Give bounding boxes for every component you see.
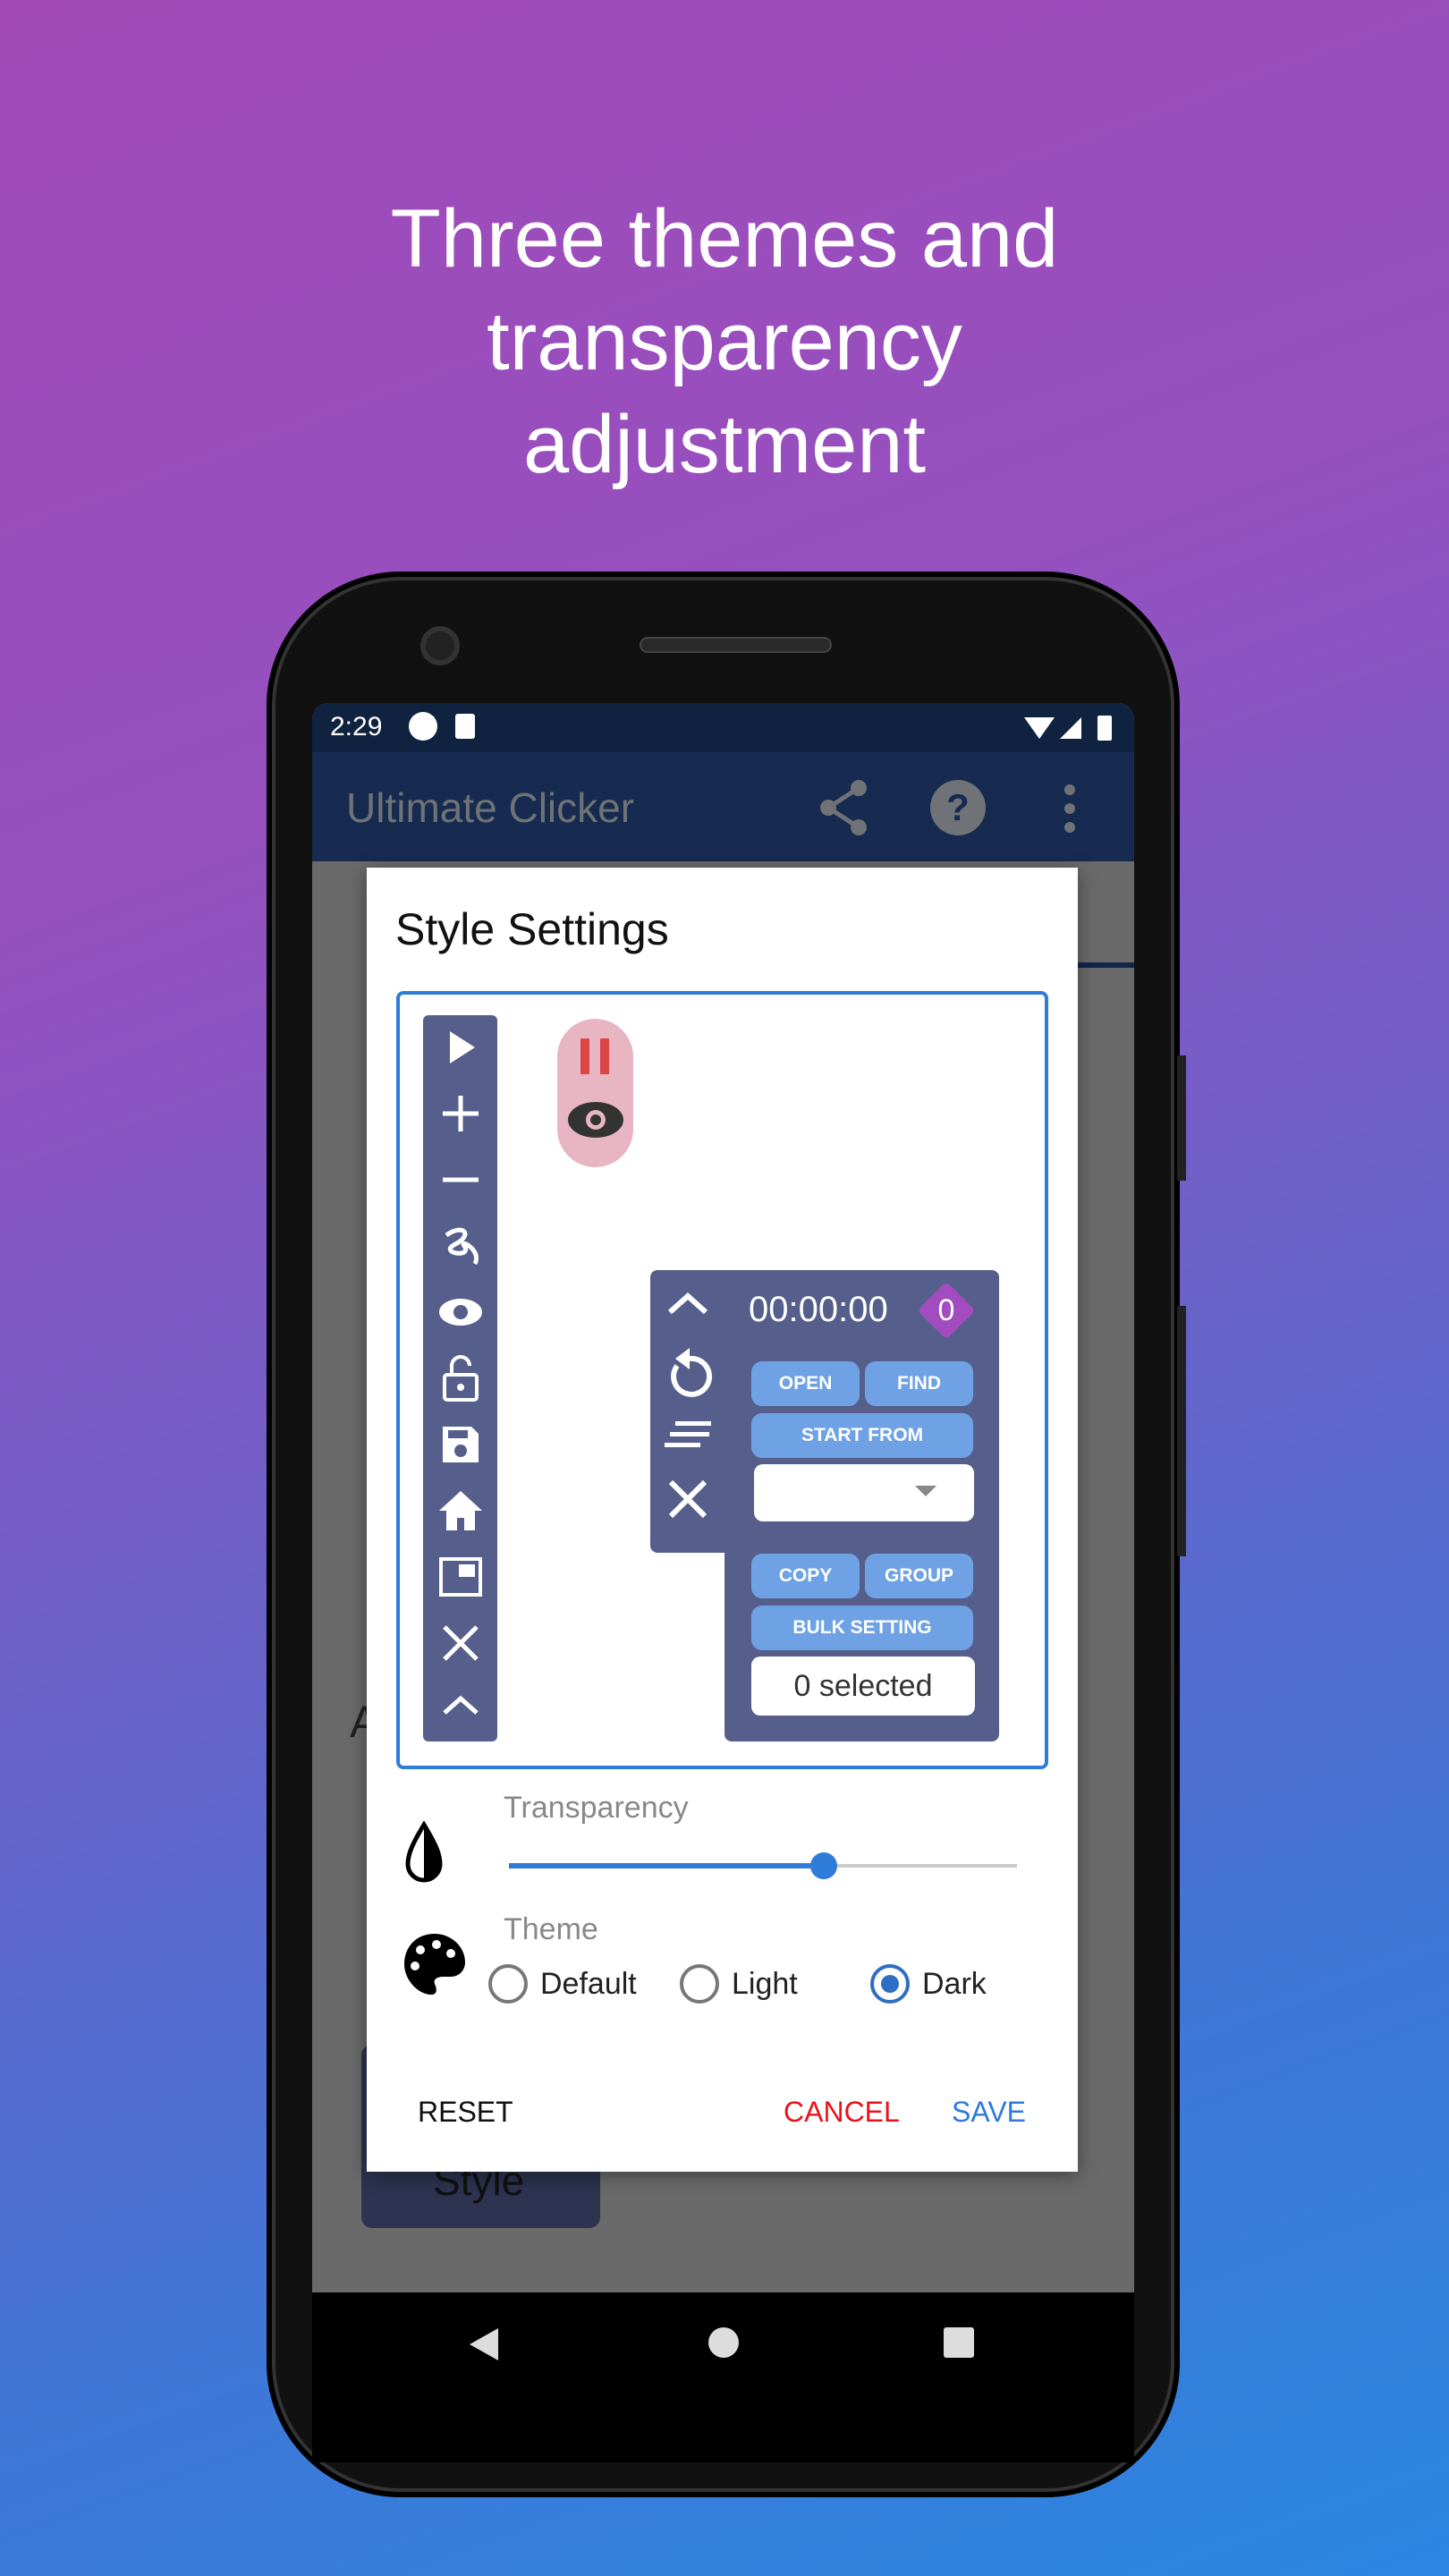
start-from-button[interactable]: START FROM [751,1413,973,1458]
paused-widget-preview [557,1019,633,1167]
style-settings-dialog: Style Settings 00:00:00 0 OPEN FIND STAR… [367,868,1078,2172]
transparency-slider[interactable] [509,1852,1017,1879]
theme-option-label: Dark [922,1966,987,2001]
more-vert-icon[interactable] [1063,784,1076,834]
chevron-up-icon [667,1292,708,1315]
dropdown-arrow-icon [915,1486,936,1496]
style-preview: 00:00:00 0 OPEN FIND START FROM COPY GRO… [396,991,1048,1769]
timer-display: 00:00:00 [749,1290,888,1329]
unlock-icon [443,1355,479,1402]
status-time: 2:29 [330,712,383,741]
theme-option-default[interactable]: Default [488,1964,637,2004]
eye-icon [439,1299,482,1326]
open-button[interactable]: OPEN [751,1361,860,1406]
volume-button [1177,1055,1186,1181]
minus-icon [443,1177,479,1182]
app-bar: Ultimate Clicker ? [312,752,1134,861]
slider-thumb[interactable] [810,1852,838,1879]
copy-button[interactable]: COPY [751,1554,860,1598]
earpiece-speaker [640,637,832,653]
picture-in-picture-icon [439,1557,482,1597]
theme-option-dark[interactable]: Dark [870,1964,987,2004]
bulk-setting-button[interactable]: BULK SETTING [751,1606,973,1650]
save-icon [443,1427,479,1462]
front-camera [420,626,460,665]
radio-checked[interactable] [870,1964,910,2004]
reset-icon [671,1348,713,1397]
list-icon [665,1421,711,1447]
home-icon [439,1491,482,1530]
chevron-up-icon [443,1695,479,1715]
recents-icon[interactable] [941,2325,977,2360]
palette-icon [404,1934,465,1995]
app-notification-icon [409,712,437,741]
close-icon [668,1479,708,1519]
svg-text:?: ? [946,786,970,828]
save-button[interactable]: SAVE [952,2096,1026,2129]
selected-count: 0 selected [751,1657,975,1716]
cancel-button[interactable]: CANCEL [784,2096,900,2129]
play-icon [450,1031,475,1063]
reset-button[interactable]: RESET [418,2096,513,2129]
dialog-title: Style Settings [395,904,669,954]
radio-unchecked[interactable] [488,1964,528,2004]
pause-icon [580,1038,609,1074]
transparency-label: Transparency [504,1791,689,1825]
opacity-icon [405,1821,443,1883]
app-title: Ultimate Clicker [346,784,635,831]
slider-fill [509,1863,825,1868]
status-bar: 2:29 [312,703,1134,752]
help-icon[interactable]: ? [929,779,987,836]
radio-unchecked[interactable] [680,1964,719,2004]
group-button[interactable]: GROUP [865,1554,973,1598]
wifi-signal-battery-icon [1024,716,1112,741]
navigation-bar [312,2292,1134,2462]
headline: Three themes and transparency adjustment [390,193,1059,490]
main-toolbar-preview [423,1015,497,1741]
plus-icon [443,1096,479,1131]
swipe-icon [445,1227,479,1266]
target-count-badge: 0 [917,1281,976,1340]
find-button[interactable]: FIND [865,1361,973,1406]
power-button [1177,1306,1186,1556]
close-icon [443,1625,479,1661]
theme-label: Theme [504,1912,598,1946]
start-from-dropdown[interactable] [754,1464,974,1521]
theme-option-label: Light [732,1966,798,2001]
back-icon[interactable] [466,2326,502,2362]
sd-card-icon [455,714,475,739]
theme-option-label: Default [540,1966,637,2001]
home-icon[interactable] [706,2325,741,2360]
theme-option-light[interactable]: Light [680,1964,798,2004]
share-icon[interactable] [818,779,871,836]
eye-icon [568,1102,623,1138]
